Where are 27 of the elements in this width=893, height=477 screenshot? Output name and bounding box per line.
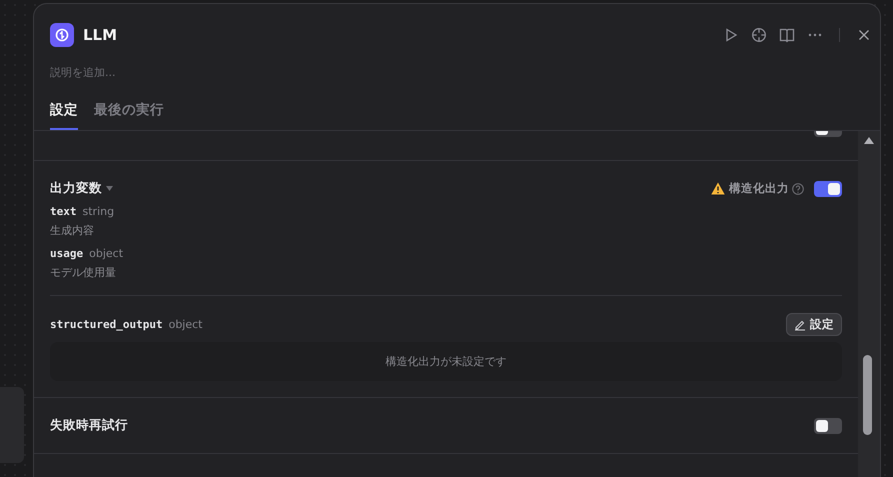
book-icon[interactable]	[779, 27, 795, 43]
scrollbar-thumb[interactable]	[863, 355, 872, 435]
pencil-icon	[794, 318, 806, 330]
variable-type: string	[82, 205, 114, 218]
caret-icon[interactable]	[106, 186, 113, 191]
tab[interactable]: 最後の実行	[94, 101, 164, 130]
variable-name: text	[50, 205, 76, 218]
retry-label: 失敗時再試行	[50, 417, 128, 434]
variable-type: object	[168, 318, 202, 331]
variable-description: 生成内容	[50, 223, 95, 238]
help-icon	[792, 182, 804, 194]
app-icon	[50, 23, 74, 47]
variable-name: usage	[50, 247, 84, 260]
structured-output-label: 構造化出力	[729, 181, 789, 196]
empty-message: 構造化出力が未設定です	[50, 342, 842, 381]
variable-type: object	[89, 247, 124, 260]
variable-name: structured_output	[50, 318, 163, 331]
section-title[interactable]: 出力変数	[50, 180, 102, 197]
tab[interactable]: 設定	[50, 101, 78, 130]
scroll-up-icon[interactable]	[864, 137, 874, 144]
toggle-switch[interactable]	[814, 180, 842, 196]
panel-title: LLM	[83, 26, 118, 44]
settings-button[interactable]: 設定	[786, 313, 842, 336]
crosshair-icon[interactable]	[751, 27, 767, 43]
variable-description: モデル使用量	[50, 265, 117, 280]
toggle-switch[interactable]	[814, 418, 842, 434]
scrollbar[interactable]	[858, 131, 880, 477]
